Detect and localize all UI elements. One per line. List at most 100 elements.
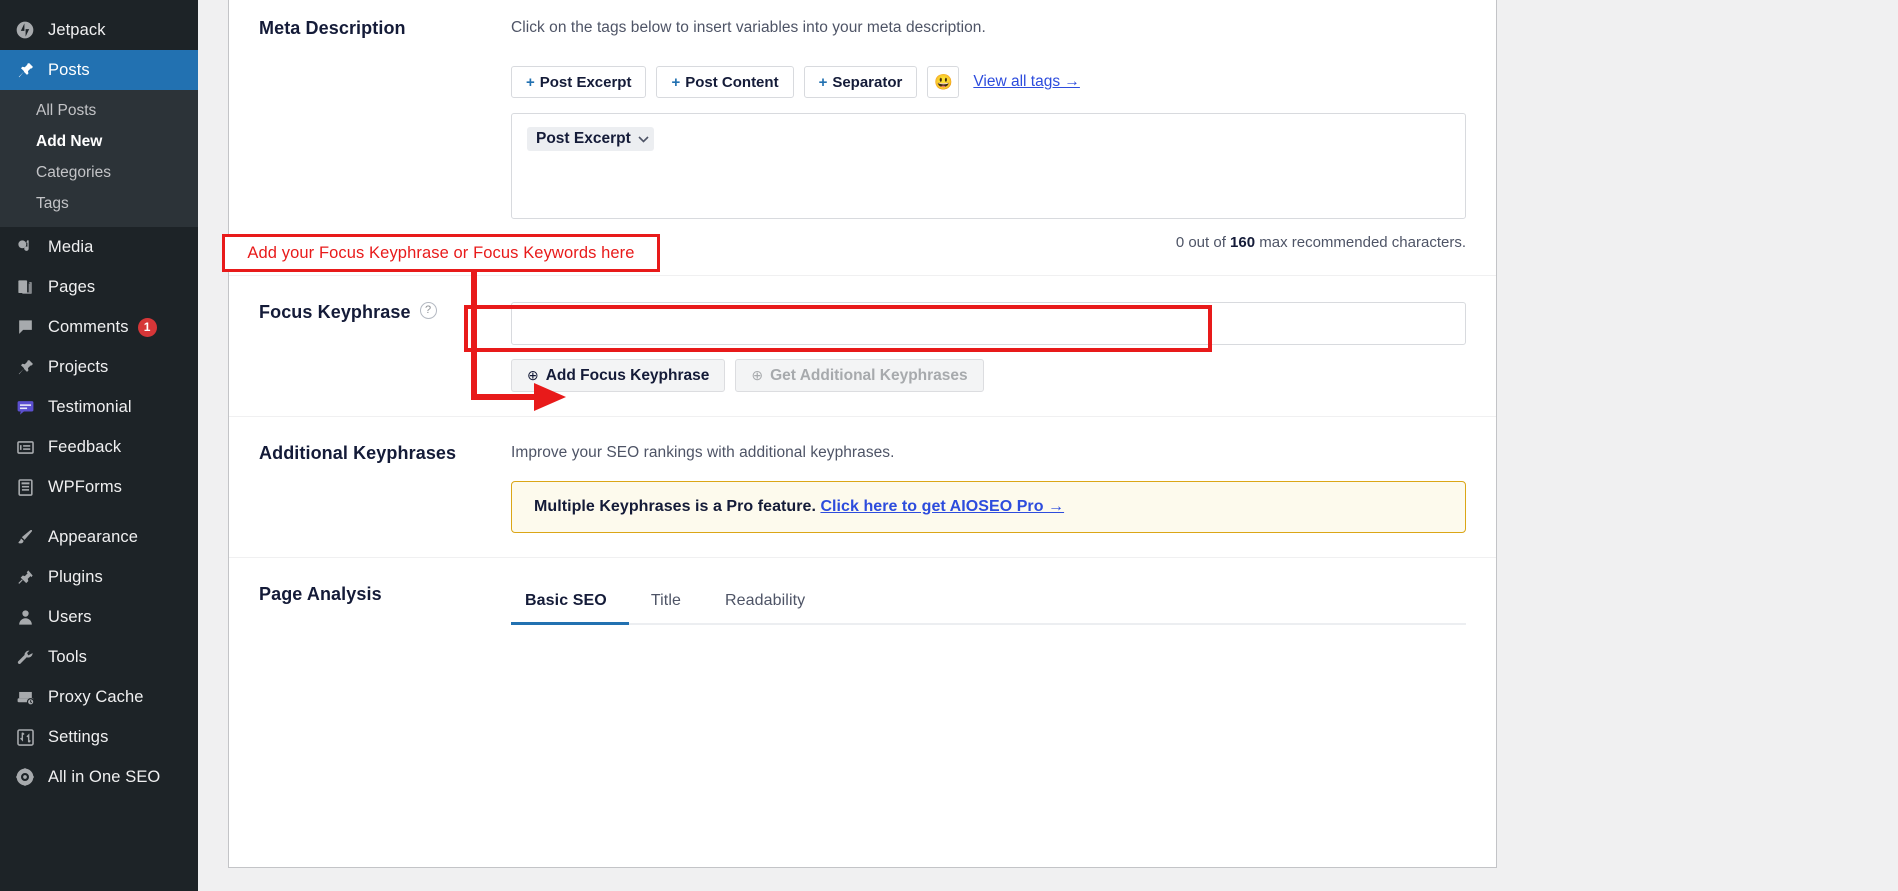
comments-count-badge: 1 bbox=[138, 318, 157, 337]
insert-post-excerpt-button[interactable]: + Post Excerpt bbox=[511, 66, 646, 98]
meta-description-tag-buttons: + Post Excerpt + Post Content + Separato… bbox=[511, 66, 1466, 98]
view-all-tags-link[interactable]: View all tags → bbox=[973, 73, 1080, 91]
sidebar-item-label: Testimonial bbox=[48, 398, 132, 417]
focus-keyphrase-label: Focus Keyphrase ? bbox=[259, 276, 511, 416]
plus-circle-icon: ⊕ bbox=[527, 367, 539, 384]
help-icon[interactable]: ? bbox=[420, 302, 437, 319]
sidebar-item-label: Comments bbox=[48, 318, 129, 337]
counter-max: 160 bbox=[1230, 234, 1255, 251]
sidebar-item-feedback[interactable]: Feedback bbox=[0, 427, 198, 467]
focus-keyphrase-label-text: Focus Keyphrase bbox=[259, 302, 411, 323]
sidebar-item-label: Media bbox=[48, 238, 93, 257]
meta-description-body: Click on the tags below to insert variab… bbox=[511, 0, 1466, 275]
pages-icon bbox=[14, 276, 36, 298]
get-additional-keyphrases-button[interactable]: ⊕ Get Additional Keyphrases bbox=[735, 359, 983, 392]
sidebar-item-tools[interactable]: Tools bbox=[0, 637, 198, 677]
tab-basic-seo[interactable]: Basic SEO bbox=[511, 592, 629, 623]
sidebar-item-appearance[interactable]: Appearance bbox=[0, 517, 198, 557]
meta-description-character-counter: 0 out of 160 max recommended characters. bbox=[511, 234, 1466, 251]
admin-sidebar: Jetpack Posts All Posts Add New Categori… bbox=[0, 0, 198, 891]
sidebar-item-all-in-one-seo[interactable]: All in One SEO bbox=[0, 757, 198, 797]
focus-keyphrase-input[interactable] bbox=[511, 302, 1466, 345]
meta-description-label: Meta Description bbox=[259, 0, 511, 275]
additional-keyphrases-label: Additional Keyphrases bbox=[259, 417, 511, 557]
sidebar-item-testimonial[interactable]: Testimonial bbox=[0, 387, 198, 427]
posts-submenu: All Posts Add New Categories Tags bbox=[0, 90, 198, 227]
get-additional-keyphrases-label: Get Additional Keyphrases bbox=[770, 367, 968, 385]
chevron-down-icon[interactable] bbox=[638, 136, 649, 143]
submenu-item-categories[interactable]: Categories bbox=[0, 157, 198, 188]
meta-description-editor[interactable]: Post Excerpt bbox=[511, 113, 1466, 219]
focus-keyphrase-body: ⊕ Add Focus Keyphrase ⊕ Get Additional K… bbox=[511, 276, 1466, 416]
sidebar-item-label: Appearance bbox=[48, 528, 138, 547]
sidebar-item-label: Plugins bbox=[48, 568, 103, 587]
sidebar-item-projects[interactable]: Projects bbox=[0, 347, 198, 387]
pin-icon bbox=[14, 59, 36, 81]
sidebar-item-plugins[interactable]: Plugins bbox=[0, 557, 198, 597]
sidebar-item-settings[interactable]: Settings bbox=[0, 717, 198, 757]
additional-keyphrases-hint: Improve your SEO rankings with additiona… bbox=[511, 443, 1466, 463]
sidebar-item-comments[interactable]: Comments 1 bbox=[0, 307, 198, 347]
meta-description-hint: Click on the tags below to insert variab… bbox=[511, 18, 1466, 38]
sidebar-item-users[interactable]: Users bbox=[0, 597, 198, 637]
tag-button-label: Separator bbox=[832, 74, 902, 91]
tab-readability[interactable]: Readability bbox=[703, 592, 827, 623]
meta-description-row: Meta Description Click on the tags below… bbox=[229, 0, 1496, 276]
plug-icon bbox=[14, 566, 36, 588]
jetpack-icon bbox=[14, 19, 36, 41]
comments-icon bbox=[14, 316, 36, 338]
aioseo-settings-card: Meta Description Click on the tags below… bbox=[228, 0, 1497, 868]
sidebar-item-label: Posts bbox=[48, 61, 90, 80]
sidebar-item-jetpack[interactable]: Jetpack bbox=[0, 10, 198, 50]
sidebar-item-pages[interactable]: Pages bbox=[0, 267, 198, 307]
sidebar-item-label: Tools bbox=[48, 648, 87, 667]
brush-icon bbox=[14, 526, 36, 548]
get-aioseo-pro-link[interactable]: Click here to get AIOSEO Pro → bbox=[820, 498, 1064, 515]
tab-title[interactable]: Title bbox=[629, 592, 703, 623]
page-analysis-tabs: Basic SEO Title Readability bbox=[511, 592, 1466, 625]
plus-circle-icon: ⊕ bbox=[751, 367, 763, 384]
sidebar-item-proxy-cache[interactable]: Proxy Cache bbox=[0, 677, 198, 717]
token-label: Post Excerpt bbox=[536, 130, 631, 148]
focus-keyphrase-row: Focus Keyphrase ? ⊕ Add Focus Keyphrase … bbox=[229, 276, 1496, 417]
pro-feature-notice: Multiple Keyphrases is a Pro feature. Cl… bbox=[511, 481, 1466, 533]
add-focus-keyphrase-button[interactable]: ⊕ Add Focus Keyphrase bbox=[511, 359, 725, 392]
sidebar-item-label: All in One SEO bbox=[48, 768, 160, 787]
submenu-item-all-posts[interactable]: All Posts bbox=[0, 95, 198, 126]
sidebar-item-label: Users bbox=[48, 608, 92, 627]
emoji-picker-button[interactable]: 😃 bbox=[927, 66, 959, 98]
sidebar-item-wpforms[interactable]: WPForms bbox=[0, 467, 198, 507]
aioseo-icon bbox=[14, 766, 36, 788]
counter-suffix: max recommended characters. bbox=[1255, 234, 1466, 251]
media-icon bbox=[14, 236, 36, 258]
sidebar-top-divider bbox=[0, 0, 198, 10]
plus-icon: + bbox=[819, 74, 828, 91]
insert-separator-button[interactable]: + Separator bbox=[804, 66, 918, 98]
tag-button-label: Post Excerpt bbox=[540, 74, 632, 91]
pin-icon bbox=[14, 356, 36, 378]
page-analysis-row: Page Analysis Basic SEO Title Readabilit… bbox=[229, 558, 1496, 649]
tag-button-label: Post Content bbox=[685, 74, 778, 91]
sliders-icon bbox=[14, 726, 36, 748]
submenu-item-tags[interactable]: Tags bbox=[0, 188, 198, 219]
submenu-item-add-new[interactable]: Add New bbox=[0, 126, 198, 157]
sidebar-item-label: Jetpack bbox=[48, 21, 106, 40]
plus-icon: + bbox=[671, 74, 680, 91]
sidebar-item-media[interactable]: Media bbox=[0, 227, 198, 267]
wrench-icon bbox=[14, 646, 36, 668]
insert-post-content-button[interactable]: + Post Content bbox=[656, 66, 793, 98]
testimonial-icon bbox=[14, 396, 36, 418]
page-analysis-label: Page Analysis bbox=[259, 558, 511, 649]
focus-keyphrase-buttons: ⊕ Add Focus Keyphrase ⊕ Get Additional K… bbox=[511, 359, 1466, 392]
sidebar-item-posts[interactable]: Posts bbox=[0, 50, 198, 90]
feedback-icon bbox=[14, 436, 36, 458]
sidebar-item-label: Projects bbox=[48, 358, 108, 377]
sidebar-separator bbox=[0, 507, 198, 517]
sidebar-item-label: Proxy Cache bbox=[48, 688, 144, 707]
additional-keyphrases-row: Additional Keyphrases Improve your SEO r… bbox=[229, 417, 1496, 558]
sidebar-item-label: Settings bbox=[48, 728, 108, 747]
user-icon bbox=[14, 606, 36, 628]
post-excerpt-token[interactable]: Post Excerpt bbox=[527, 127, 654, 151]
pro-notice-text: Multiple Keyphrases is a Pro feature. bbox=[534, 498, 820, 515]
proxy-cache-icon bbox=[14, 686, 36, 708]
